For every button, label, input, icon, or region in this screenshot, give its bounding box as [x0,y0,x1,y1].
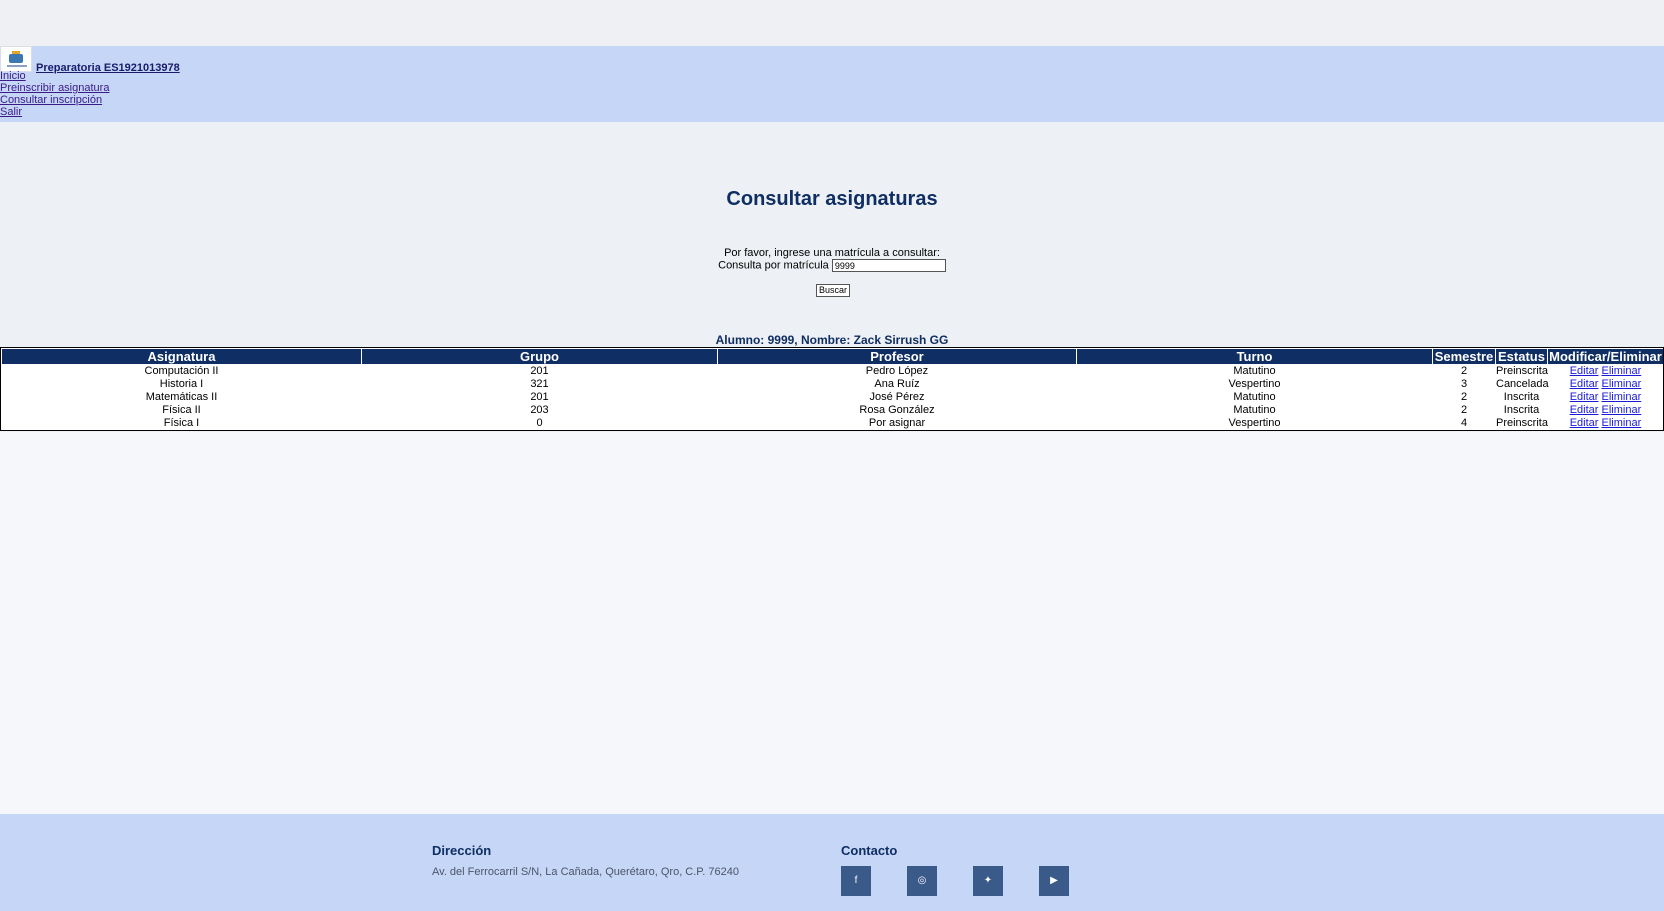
delete-link[interactable]: Eliminar [1602,391,1642,403]
delete-link[interactable]: Eliminar [1602,417,1642,429]
edit-link[interactable]: Editar [1570,391,1599,403]
subjects-table: Asignatura Grupo Profesor Turno Semestre… [1,348,1664,430]
table-row: Física I 0 Por asignar Vespertino 4 Prei… [2,417,1663,429]
nav-salir[interactable]: Salir [0,106,22,118]
brand-link[interactable]: Preparatoria ES1921013978 [36,62,180,74]
col-grupo: Grupo [362,349,717,364]
search-button[interactable]: Buscar [816,284,851,297]
col-profesor: Profesor [718,349,1076,364]
delete-link[interactable]: Eliminar [1602,378,1642,390]
graduation-cap-icon [9,51,23,63]
col-modificar-eliminar: Modificar/Eliminar [1548,349,1663,364]
cell-grupo: 321 [530,378,549,390]
cell-turno: Matutino [1233,365,1276,377]
cell-asignatura: Física II [162,404,201,416]
cell-actions: Editar Eliminar [1548,391,1663,403]
cell-actions: Editar Eliminar [1548,378,1663,390]
nav-preinscribir[interactable]: Preinscribir asignatura [0,82,109,94]
col-estatus: Estatus [1496,349,1547,364]
edit-link[interactable]: Editar [1570,417,1599,429]
logo-caption-bar [7,65,27,67]
site-header: Preparatoria ES1921013978 Inicio Preinsc… [0,46,1664,122]
cell-turno: Vespertino [1228,378,1281,390]
cell-semestre: 2 [1460,404,1468,416]
subjects-table-container: Asignatura Grupo Profesor Turno Semestre… [0,347,1664,431]
student-info: Alumno: 9999, Nombre: Zack Sirrush GG [715,333,949,347]
cell-estatus: Preinscrita [1496,365,1548,377]
matricula-input[interactable] [831,259,946,272]
edit-link[interactable]: Editar [1570,404,1599,416]
delete-link[interactable]: Eliminar [1602,404,1642,416]
cell-asignatura: Física I [163,417,200,429]
cell-semestre: 2 [1460,391,1468,403]
instagram-icon[interactable]: ◎ [907,866,937,896]
cell-semestre: 4 [1460,417,1468,429]
table-row: Matemáticas II 201 José Pérez Matutino 2… [2,391,1663,403]
table-header-row: Asignatura Grupo Profesor Turno Semestre… [2,349,1663,364]
query-prompt: Por favor, ingrese una matrícula a consu… [724,247,940,259]
cell-estatus: Inscrita [1503,404,1540,416]
cell-actions: Editar Eliminar [1548,417,1663,429]
cell-profesor: José Pérez [869,391,925,403]
col-turno: Turno [1077,349,1432,364]
cell-actions: Editar Eliminar [1548,404,1663,416]
facebook-icon[interactable]: f [841,866,871,896]
contact-title: Contacto [841,843,898,858]
site-footer: Dirección Av. del Ferrocarril S/N, La Ca… [0,814,1664,911]
table-row: Computación II 201 Pedro López Matutino … [2,365,1663,377]
cell-semestre: 2 [1460,365,1468,377]
cell-turno: Matutino [1233,404,1276,416]
cell-estatus: Preinscrita [1496,417,1548,429]
top-strip [0,0,1664,46]
page-title: Consultar asignaturas [726,188,938,210]
cell-grupo: 201 [530,365,549,377]
cell-turno: Vespertino [1228,417,1281,429]
table-row: Física II 203 Rosa González Matutino 2 I… [2,404,1663,416]
cell-profesor: Pedro López [865,365,929,377]
cell-grupo: 203 [530,404,549,416]
query-row: Consulta por matrícula [0,259,1664,272]
cell-semestre: 3 [1460,378,1468,390]
cell-profesor: Rosa González [859,404,935,416]
school-logo[interactable] [0,46,32,72]
cell-profesor: Por asignar [868,417,926,429]
cell-estatus: Inscrita [1503,391,1540,403]
twitter-icon[interactable]: ✦ [973,866,1003,896]
nav-consultar-inscripcion[interactable]: Consultar inscripción [0,94,102,106]
edit-link[interactable]: Editar [1570,378,1599,390]
cell-estatus: Cancelada [1496,378,1549,390]
cell-asignatura: Matemáticas II [145,391,218,403]
col-asignatura: Asignatura [2,349,361,364]
address-text: Av. del Ferrocarril S/N, La Cañada, Quer… [432,866,739,878]
cell-asignatura: Historia I [159,378,204,390]
youtube-icon[interactable]: ▶ [1039,866,1069,896]
delete-link[interactable]: Eliminar [1602,365,1642,377]
cell-turno: Matutino [1233,391,1276,403]
cell-grupo: 201 [530,391,549,403]
page-background [0,432,1664,814]
nav-inicio[interactable]: Inicio [0,70,26,82]
cell-grupo: 0 [536,417,543,429]
col-semestre: Semestre [1433,349,1495,364]
address-title: Dirección [432,843,492,858]
query-label: Consulta por matrícula [718,259,829,272]
cell-profesor: Ana Ruíz [874,378,920,390]
edit-link[interactable]: Editar [1570,365,1599,377]
cell-actions: Editar Eliminar [1548,365,1663,377]
table-row: Historia I 321 Ana Ruíz Vespertino 3 Can… [2,378,1663,390]
cell-asignatura: Computación II [144,365,219,377]
